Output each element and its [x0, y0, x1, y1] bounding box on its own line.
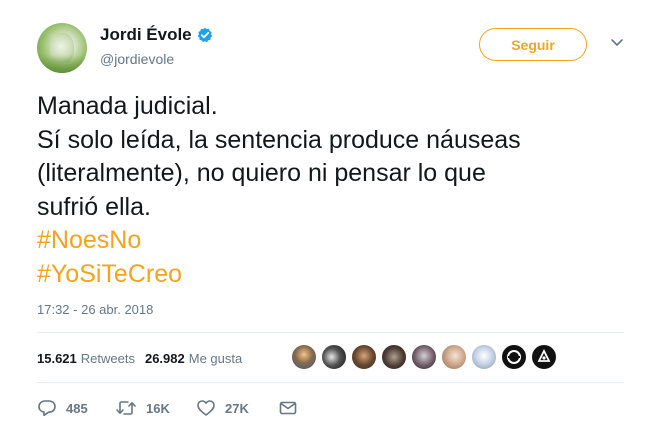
reply-count: 485	[66, 400, 88, 416]
author-name-text[interactable]: Jordi Évole	[100, 25, 192, 45]
divider	[37, 332, 624, 333]
heart-icon	[196, 398, 216, 418]
reply-icon	[37, 398, 57, 418]
likes-count[interactable]: 26.982	[145, 351, 185, 366]
retweets-label[interactable]: Retweets	[81, 351, 135, 366]
liker-avatar[interactable]	[531, 344, 557, 370]
liker-avatar[interactable]	[351, 344, 377, 370]
tweet-text: Manada judicial. Sí solo leída, la sente…	[37, 90, 617, 291]
retweet-icon	[115, 398, 137, 418]
direct-message-button[interactable]	[278, 398, 298, 418]
tweet-timestamp[interactable]: 17:32 - 26 abr. 2018	[37, 302, 153, 317]
liker-avatar[interactable]	[471, 344, 497, 370]
verified-badge-icon	[197, 27, 213, 43]
tweet-line: Manada judicial.	[37, 92, 218, 120]
retweet-count: 16K	[146, 400, 170, 416]
like-button[interactable]: 27K	[196, 398, 278, 418]
hashtag-link[interactable]: #YoSiTeCreo	[37, 258, 617, 292]
reply-button[interactable]: 485	[37, 398, 115, 418]
hashtag-link[interactable]: #NoesNo	[37, 224, 617, 258]
likes-label[interactable]: Me gusta	[189, 351, 242, 366]
tweet-line: (literalmente), no quiero ni pensar lo q…	[37, 159, 486, 187]
like-count: 27K	[225, 400, 249, 416]
tweet-actions: 485 16K 27K	[37, 396, 298, 420]
tweet-stats: 15.621 Retweets 26.982 Me gusta	[37, 347, 252, 369]
retweet-button[interactable]: 16K	[115, 398, 196, 418]
envelope-icon	[278, 398, 298, 418]
liker-avatar[interactable]	[411, 344, 437, 370]
retweets-count[interactable]: 15.621	[37, 351, 77, 366]
liker-avatar[interactable]	[441, 344, 467, 370]
author-handle[interactable]: @jordievole	[100, 51, 174, 67]
liker-avatar[interactable]	[321, 344, 347, 370]
author-name[interactable]: Jordi Évole	[100, 25, 213, 45]
tweet-line: Sí solo leída, la sentencia produce náus…	[37, 125, 521, 154]
liker-avatar[interactable]	[381, 344, 407, 370]
tweet-header: Jordi Évole @jordievole Seguir	[37, 20, 630, 76]
avatar[interactable]	[37, 23, 87, 73]
follow-button[interactable]: Seguir	[479, 28, 587, 61]
liker-avatars	[291, 344, 561, 372]
liker-avatar[interactable]	[291, 344, 317, 370]
liker-avatar[interactable]	[501, 344, 527, 370]
chevron-down-icon[interactable]	[609, 34, 625, 50]
divider	[37, 382, 624, 383]
tweet-line: sufrió ella.	[37, 192, 151, 221]
